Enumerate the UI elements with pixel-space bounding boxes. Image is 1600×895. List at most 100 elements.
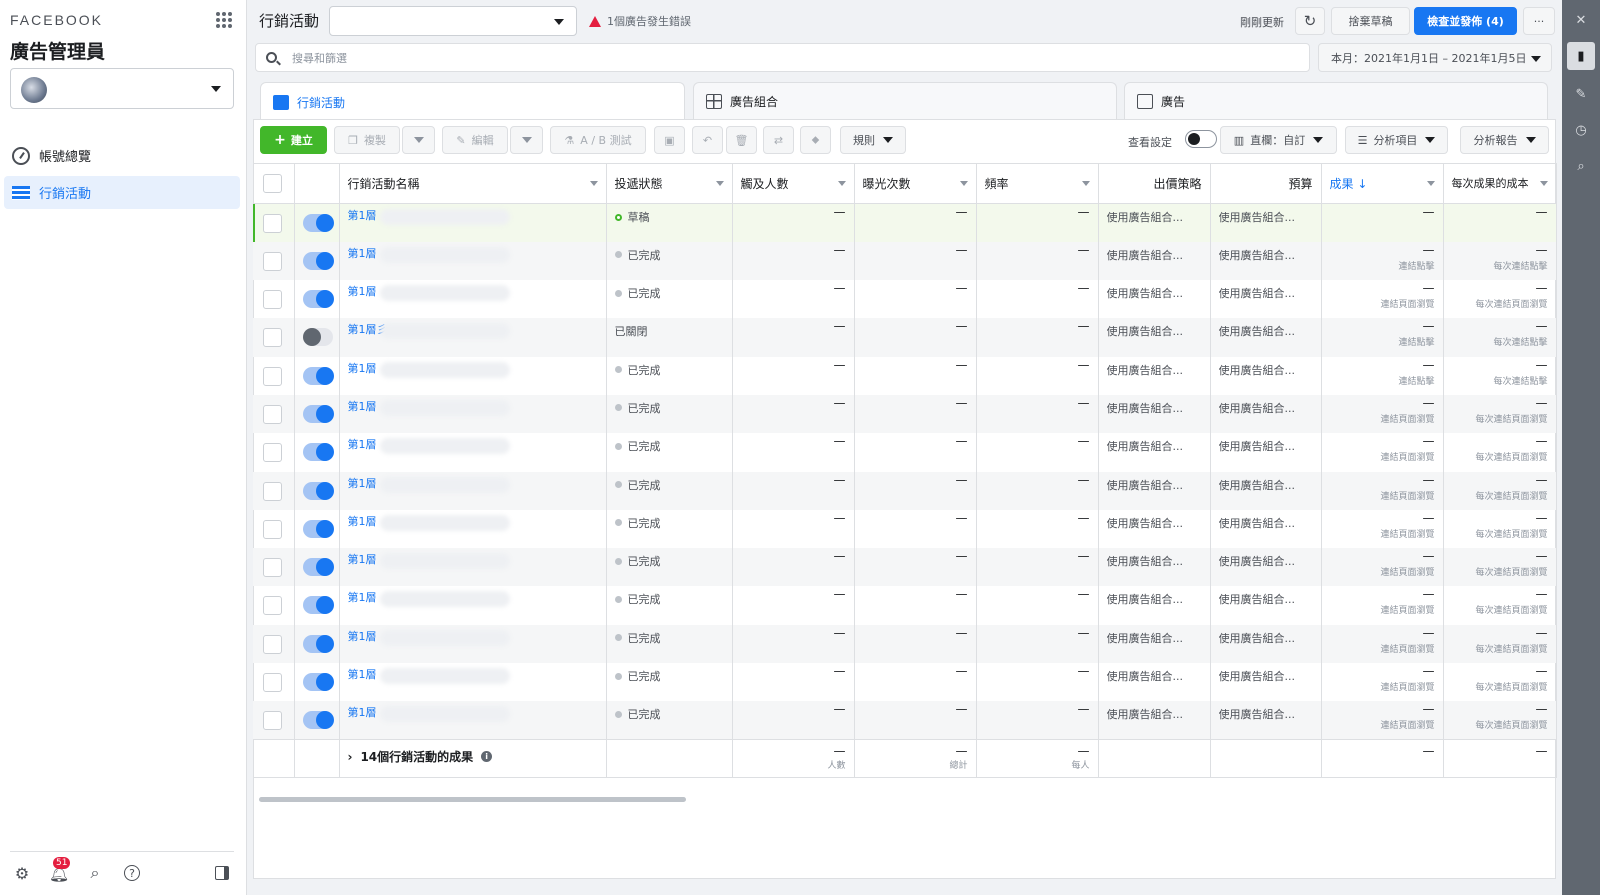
campaign-on-off-toggle[interactable] — [302, 214, 334, 232]
row-select-cell[interactable] — [253, 280, 295, 319]
tab-ad-sets[interactable]: 廣告組合 — [693, 82, 1117, 119]
campaign-name-cell[interactable]: 第1層 — [339, 471, 607, 510]
col-header-frequency[interactable]: 頻率 — [976, 163, 1099, 204]
col-header-name[interactable]: 行銷活動名稱 — [339, 163, 607, 204]
duplicate-dropdown[interactable] — [402, 126, 435, 154]
table-row[interactable]: 第1層 已完成 — — — 使用廣告組合... 使用廣告組合... — 連結頁面瀏覽 — 每次連結頁… — [253, 624, 1557, 664]
nav-item-account-overview[interactable]: 帳號總覽 — [4, 139, 240, 172]
table-row[interactable]: 第1層 草稿 — — — 使用廣告組合... 使用廣告組合... — — — [253, 203, 1557, 242]
row-checkbox[interactable] — [263, 214, 282, 233]
campaign-on-off-toggle[interactable] — [302, 443, 334, 462]
export-button[interactable]: ⇄ — [763, 126, 794, 154]
campaign-on-off-toggle[interactable] — [302, 519, 334, 538]
row-checkbox[interactable] — [263, 443, 282, 463]
table-row[interactable]: 第1層 已完成 — — — 使用廣告組合... 使用廣告組合... — 連結頁面瀏覽 — 每次連結頁… — [253, 586, 1557, 625]
row-toggle-cell[interactable] — [294, 701, 340, 740]
table-row[interactable]: 第1層 已完成 — — — 使用廣告組合... 使用廣告組合... — 連結頁面瀏覽 — 每次連結頁… — [253, 433, 1557, 472]
horizontal-scrollbar[interactable] — [259, 797, 686, 802]
table-row[interactable]: 第1層 已完成 — — — 使用廣告組合... 使用廣告組合... — 連結頁面瀏覽 — 每次連結頁… — [253, 548, 1557, 587]
pencil-icon[interactable]: ✎ — [1571, 84, 1591, 104]
row-checkbox[interactable] — [263, 519, 282, 539]
campaign-on-off-toggle[interactable] — [302, 673, 334, 692]
row-toggle-cell[interactable] — [294, 663, 340, 702]
campaign-name-cell[interactable]: 第1層 — [339, 663, 607, 702]
row-checkbox[interactable] — [263, 404, 282, 424]
campaign-on-off-toggle[interactable] — [302, 404, 334, 423]
campaign-name-cell[interactable]: 第1層 — [339, 433, 607, 472]
row-checkbox[interactable] — [263, 634, 282, 654]
tab-ads[interactable]: 廣告 — [1124, 82, 1548, 119]
campaign-selector[interactable] — [329, 6, 577, 36]
row-checkbox[interactable] — [263, 290, 282, 310]
review-publish-button[interactable]: 檢查並發佈 (4) — [1414, 7, 1517, 35]
campaign-name-cell[interactable]: 第1層 — [339, 548, 607, 587]
row-select-cell[interactable] — [253, 203, 295, 242]
col-header-results[interactable]: 成果 ↓ — [1321, 163, 1444, 204]
row-select-cell[interactable] — [253, 701, 295, 740]
col-header-status[interactable]: 投遞狀態 — [606, 163, 733, 204]
close-icon[interactable]: ✕ — [1571, 10, 1591, 30]
campaign-name-cell[interactable]: 第1層 — [339, 356, 607, 395]
table-row[interactable]: 第1層 已完成 — — — 使用廣告組合... 使用廣告組合... — 連結頁面瀏覽 — 每次連結頁… — [253, 701, 1557, 740]
edit-button[interactable]: ✎ 編輯 — [442, 126, 508, 154]
row-select-cell[interactable] — [253, 663, 295, 702]
duplicate-button[interactable]: ❐ 複製 — [334, 126, 400, 154]
campaign-on-off-toggle[interactable] — [302, 290, 334, 309]
row-toggle-cell[interactable] — [294, 280, 340, 319]
row-toggle-cell[interactable] — [294, 241, 340, 281]
campaign-name-cell[interactable]: 第1層 — [339, 701, 607, 740]
totals-label-cell[interactable]: › 14個行銷活動的成果 i — [339, 739, 607, 779]
campaign-name-cell[interactable]: 第1層彡 — [339, 318, 607, 357]
columns-button[interactable]: ▥ 直欄：自訂 — [1220, 126, 1337, 154]
row-toggle-cell[interactable] — [294, 356, 340, 395]
row-select-cell[interactable] — [253, 433, 295, 472]
campaign-on-off-toggle[interactable] — [302, 251, 334, 270]
campaign-name-cell[interactable]: 第1層 — [339, 586, 607, 625]
undo-button[interactable]: ↶ — [692, 126, 723, 154]
select-all-header[interactable] — [253, 163, 295, 204]
view-setup-toggle[interactable] — [1185, 130, 1217, 148]
campaign-on-off-toggle[interactable] — [302, 711, 334, 730]
info-icon[interactable]: i — [481, 751, 493, 763]
campaign-name-cell[interactable]: 第1層 — [339, 624, 607, 664]
row-checkbox[interactable] — [263, 366, 282, 386]
row-toggle-cell[interactable] — [294, 394, 340, 434]
campaign-on-off-toggle[interactable] — [302, 366, 334, 385]
apps-grid-icon[interactable] — [216, 12, 232, 28]
campaign-on-off-toggle[interactable] — [302, 558, 334, 577]
tag-button[interactable]: ⬥ — [800, 126, 831, 154]
history-icon[interactable]: ◷ — [1571, 120, 1591, 140]
create-button[interactable]: + 建立 — [260, 126, 327, 154]
campaign-name-cell[interactable]: 第1層 — [339, 203, 607, 242]
row-checkbox[interactable] — [263, 481, 282, 501]
row-toggle-cell[interactable] — [294, 624, 340, 664]
campaign-name-cell[interactable]: 第1層 — [339, 241, 607, 281]
edit-dropdown[interactable] — [510, 126, 543, 154]
row-select-cell[interactable] — [253, 318, 295, 357]
row-select-cell[interactable] — [253, 586, 295, 625]
reports-button[interactable]: 分析報告 — [1460, 126, 1549, 154]
row-checkbox[interactable] — [263, 558, 282, 578]
table-row[interactable]: 第1層 已完成 — — — 使用廣告組合... 使用廣告組合... — 連結點擊 — 每次連結點擊 — [253, 356, 1557, 395]
table-row[interactable]: 第1層 已完成 — — — 使用廣告組合... 使用廣告組合... — 連結頁面瀏覽 — 每次連結頁… — [253, 280, 1557, 319]
search-filter-bar[interactable]: 搜尋和篩選 — [255, 43, 1310, 72]
more-options-button[interactable]: ··· — [1523, 7, 1555, 35]
clipboard-button[interactable]: ▣ — [654, 126, 685, 154]
campaign-on-off-toggle[interactable] — [302, 634, 334, 653]
table-row[interactable]: 第1層 已完成 — — — 使用廣告組合... 使用廣告組合... — 連結頁面瀏覽 — 每次連結頁… — [253, 394, 1557, 434]
row-select-cell[interactable] — [253, 241, 295, 281]
col-header-bid-strategy[interactable]: 出價策略 — [1098, 163, 1211, 204]
campaign-name-cell[interactable]: 第1層 — [339, 280, 607, 319]
campaign-on-off-toggle[interactable] — [302, 328, 333, 347]
row-toggle-cell[interactable] — [294, 509, 340, 549]
table-row[interactable]: 第1層 已完成 — — — 使用廣告組合... 使用廣告組合... — 連結頁面瀏覽 — 每次連結頁… — [253, 509, 1557, 549]
row-select-cell[interactable] — [253, 509, 295, 549]
row-select-cell[interactable] — [253, 394, 295, 434]
campaign-name-cell[interactable]: 第1層 — [339, 394, 607, 434]
delete-button[interactable]: 🗑︎ — [726, 126, 757, 154]
row-checkbox[interactable] — [263, 251, 282, 271]
nav-item-campaigns[interactable]: 行銷活動 — [4, 176, 240, 209]
campaign-on-off-toggle[interactable] — [302, 596, 334, 615]
row-checkbox[interactable] — [263, 328, 282, 348]
row-checkbox[interactable] — [263, 596, 282, 616]
